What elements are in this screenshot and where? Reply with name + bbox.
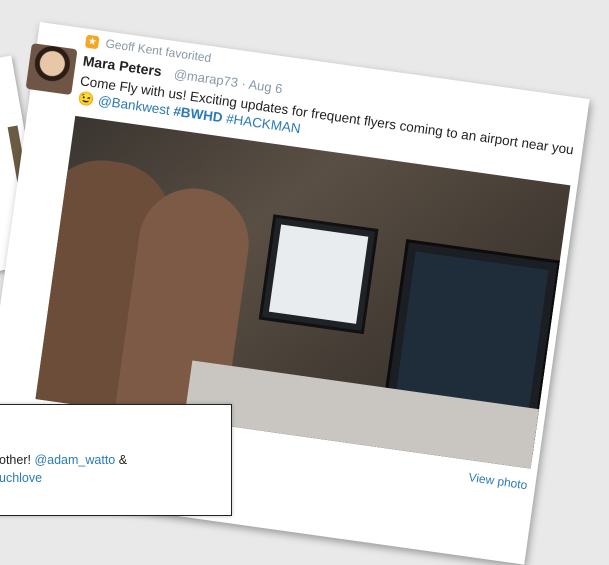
text-fragment[interactable]: uchlove bbox=[0, 471, 42, 485]
view-photo-link[interactable]: View photo bbox=[468, 470, 529, 492]
text-fragment: other! bbox=[0, 453, 31, 467]
star-icon: ★ bbox=[84, 34, 100, 50]
bottom-tweet-card: other! @adam_watto & uchlove bbox=[0, 404, 232, 516]
ampersand: & bbox=[118, 453, 128, 467]
mention-link[interactable]: @adam_watto bbox=[34, 453, 115, 467]
monitor-image bbox=[258, 214, 379, 335]
bottom-tweet-text: other! @adam_watto & uchlove bbox=[0, 451, 127, 487]
wink-emoji: 😉 bbox=[76, 90, 96, 108]
avatar[interactable] bbox=[25, 43, 78, 96]
